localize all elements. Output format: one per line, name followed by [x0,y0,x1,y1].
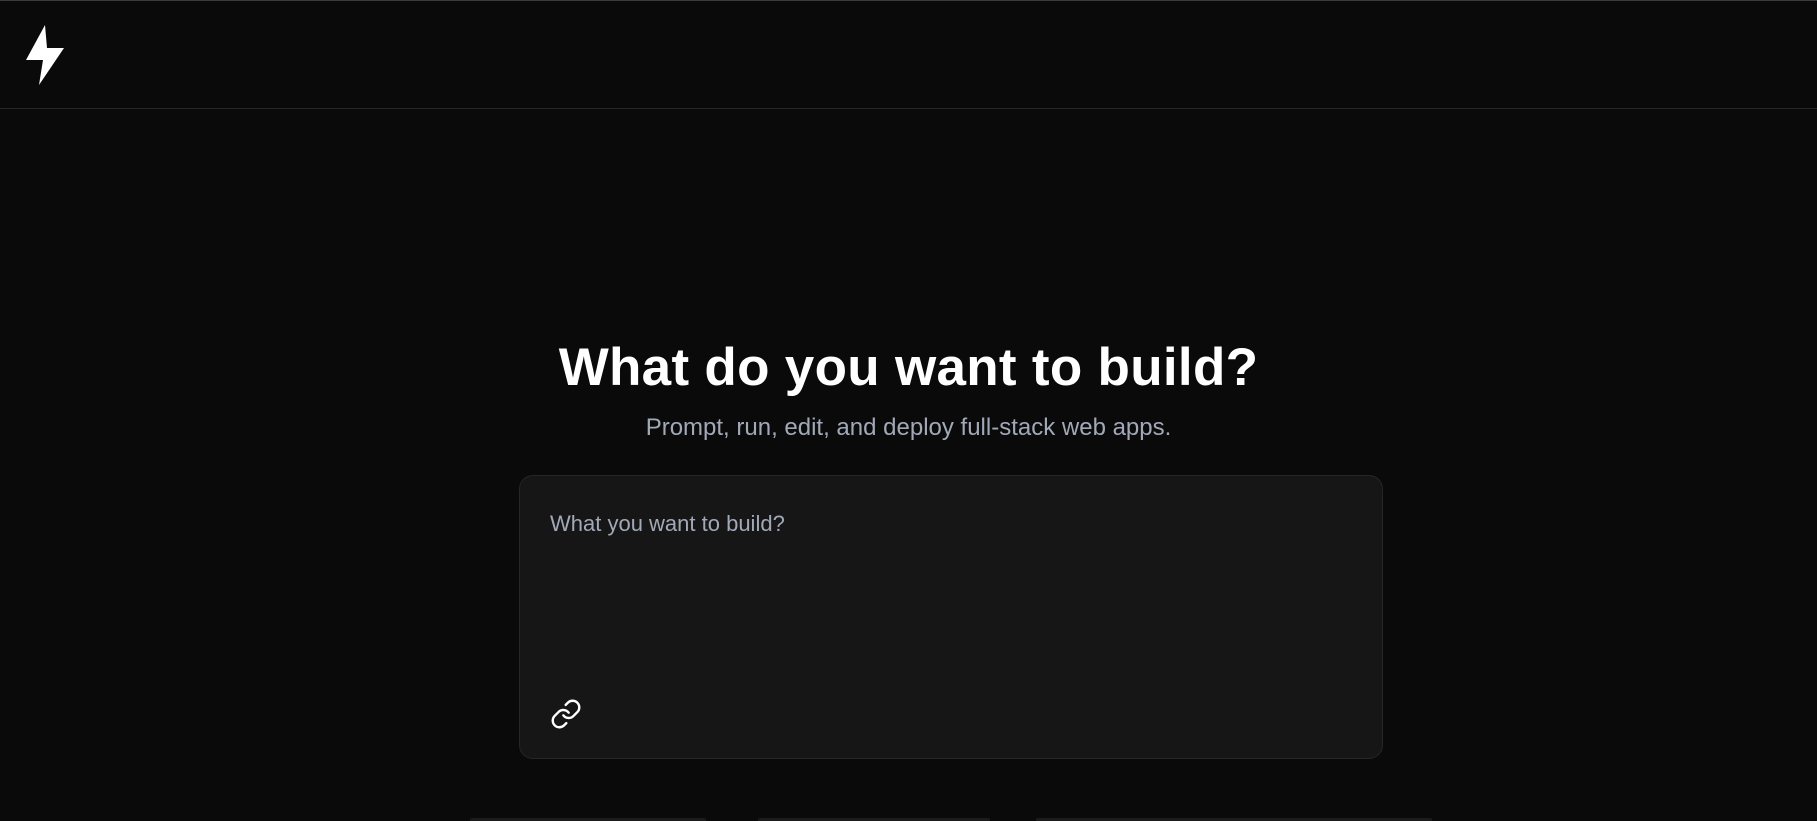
prompt-panel [519,475,1383,759]
link-icon [551,699,581,729]
app-logo[interactable] [24,24,66,86]
lightning-bolt-icon [26,25,64,85]
page-subtitle: Prompt, run, edit, and deploy full-stack… [645,414,1172,441]
hero-section: What do you want to build? Prompt, run, … [0,335,1817,443]
attach-link-button[interactable] [550,698,582,730]
page-title: What do you want to build? [558,338,1259,397]
top-header [0,1,1817,109]
prompt-input[interactable] [550,510,1350,690]
